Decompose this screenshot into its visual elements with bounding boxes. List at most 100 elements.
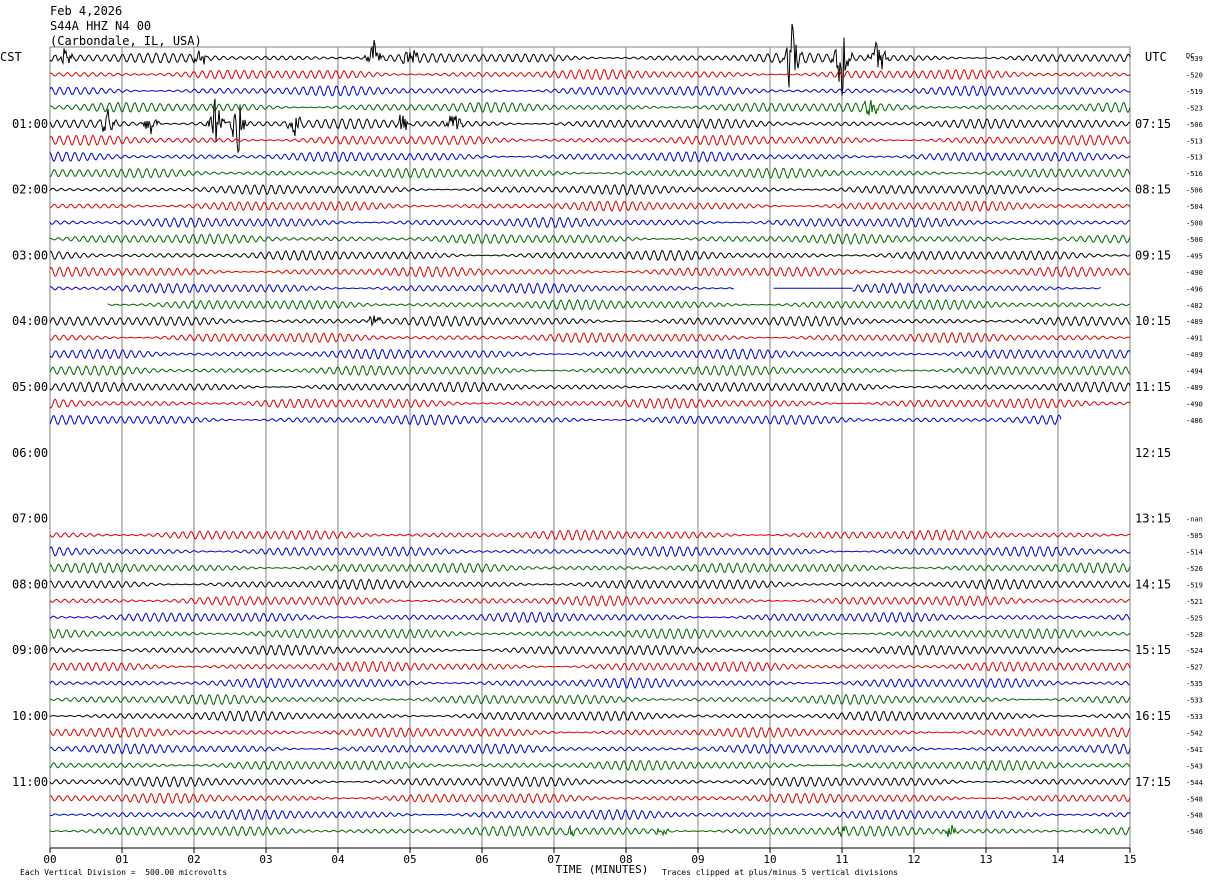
trace-row-14-resumed bbox=[852, 282, 1101, 295]
dc-offset-row-3: -523 bbox=[1186, 104, 1203, 112]
hour-label-utc: 16:15 bbox=[1135, 709, 1171, 723]
dc-offset-row-10: -500 bbox=[1186, 220, 1203, 228]
trace-row-36 bbox=[49, 644, 1131, 657]
dc-offset-row-42: -541 bbox=[1186, 746, 1203, 754]
hour-label-cst: 08:00 bbox=[12, 577, 48, 591]
x-tick-label-00: 00 bbox=[43, 853, 56, 866]
trace-row-1 bbox=[49, 68, 1131, 81]
hour-label-utc: 10:15 bbox=[1135, 314, 1171, 328]
hour-label-cst: 02:00 bbox=[12, 183, 48, 197]
dc-offset-row-5: -513 bbox=[1186, 137, 1203, 145]
dc-offset-row-1: -520 bbox=[1186, 71, 1203, 79]
trace-row-11 bbox=[49, 233, 1131, 245]
dc-offset-row-41: -542 bbox=[1186, 729, 1203, 737]
hour-label-cst: 06:00 bbox=[12, 446, 48, 460]
hour-label-utc: 09:15 bbox=[1135, 248, 1171, 262]
trace-row-33 bbox=[49, 595, 1130, 607]
trace-row-5 bbox=[49, 134, 1131, 146]
trace-row-9 bbox=[49, 200, 1131, 212]
trace-row-22 bbox=[49, 414, 1062, 426]
x-tick-label-11: 11 bbox=[835, 853, 848, 866]
dc-offset-row-40: -533 bbox=[1186, 713, 1203, 721]
hour-label-cst: 03:00 bbox=[12, 248, 48, 262]
trace-row-14 bbox=[49, 282, 734, 294]
dc-offset-row-30: -514 bbox=[1186, 549, 1203, 557]
dc-offset-row-20: -489 bbox=[1186, 384, 1203, 392]
dc-offset-row-9: -504 bbox=[1186, 203, 1203, 211]
trace-row-34 bbox=[49, 611, 1131, 624]
dc-offset-row-47: -546 bbox=[1186, 828, 1203, 836]
trace-row-8 bbox=[49, 183, 1131, 196]
x-tick-label-13: 13 bbox=[979, 853, 992, 866]
trace-row-20 bbox=[49, 381, 1131, 393]
hour-label-utc: 13:15 bbox=[1135, 512, 1171, 526]
dc-offset-row-12: -495 bbox=[1186, 252, 1203, 260]
seismic-traces bbox=[49, 23, 1131, 838]
dc-offset-row-6: -513 bbox=[1186, 154, 1203, 162]
dc-offset-row-4: -506 bbox=[1186, 121, 1203, 129]
dc-offset-row-7: -516 bbox=[1186, 170, 1203, 178]
trace-row-31 bbox=[49, 562, 1131, 574]
trace-row-32 bbox=[49, 578, 1131, 591]
hour-label-utc: 07:15 bbox=[1135, 117, 1171, 131]
trace-row-18 bbox=[49, 348, 1131, 360]
x-tick-label-06: 06 bbox=[475, 853, 488, 866]
dc-offset-row-2: -519 bbox=[1186, 88, 1203, 96]
hour-label-cst: 07:00 bbox=[12, 512, 48, 526]
left-timezone-label: CST bbox=[0, 50, 22, 64]
dc-offset-row-31: -526 bbox=[1186, 565, 1203, 573]
dc-offset-row-39: -533 bbox=[1186, 697, 1203, 705]
trace-row-0 bbox=[49, 23, 1131, 96]
dc-offset-row-29: -505 bbox=[1186, 532, 1203, 540]
x-tick-label-02: 02 bbox=[187, 853, 200, 866]
hour-label-cst: 04:00 bbox=[12, 314, 48, 328]
x-tick-label-15: 15 bbox=[1123, 853, 1136, 866]
trace-row-7 bbox=[49, 167, 1131, 179]
trace-row-38 bbox=[49, 677, 1131, 689]
dc-offset-row-35: -528 bbox=[1186, 631, 1203, 639]
x-tick-label-14: 14 bbox=[1051, 853, 1065, 866]
trace-row-21 bbox=[49, 397, 1131, 410]
trace-row-37 bbox=[49, 660, 1131, 673]
dc-offset-row-33: -521 bbox=[1186, 598, 1203, 606]
dc-offset-row-0: -539 bbox=[1186, 55, 1203, 63]
trace-row-47 bbox=[49, 824, 1131, 838]
dc-offset-row-8: -506 bbox=[1186, 187, 1203, 195]
trace-row-3 bbox=[49, 99, 1131, 116]
dc-offset-row-44: -544 bbox=[1186, 779, 1203, 787]
trace-row-2 bbox=[49, 85, 1131, 97]
hour-label-cst: 10:00 bbox=[12, 709, 48, 723]
dc-offset-row-11: -500 bbox=[1186, 236, 1203, 244]
trace-row-12 bbox=[49, 249, 1131, 262]
trace-row-16 bbox=[49, 315, 1131, 327]
trace-row-10 bbox=[49, 216, 1131, 229]
trace-row-6 bbox=[49, 151, 1131, 163]
dc-offset-row-21: -490 bbox=[1186, 400, 1203, 408]
dc-offset-row-34: -525 bbox=[1186, 614, 1203, 622]
dc-offset-row-37: -527 bbox=[1186, 664, 1203, 672]
trace-row-30 bbox=[49, 545, 1131, 558]
time-gridlines bbox=[49, 46, 1131, 849]
axis-labels: 00 01 02 03 04 05 06 07 08 09 10 11 12 13 14 15TIME (MI… bbox=[0, 50, 1203, 876]
hour-label-utc: 17:15 bbox=[1135, 775, 1171, 789]
trace-row-46 bbox=[49, 809, 1131, 821]
dc-offset-row-32: -519 bbox=[1186, 581, 1203, 589]
dc-offset-row-46: -548 bbox=[1186, 812, 1203, 820]
trace-row-39 bbox=[49, 693, 1131, 706]
dc-offset-row-38: -535 bbox=[1186, 680, 1203, 688]
x-tick-label-09: 09 bbox=[691, 853, 704, 866]
dc-offset-row-15: -482 bbox=[1186, 302, 1203, 310]
helicorder-plot: 00 01 02 03 04 05 06 07 08 09 10 11 12 13 14 15TIME (MI… bbox=[0, 23, 1203, 876]
trace-row-41 bbox=[49, 726, 1131, 739]
dc-offset-row-13: -490 bbox=[1186, 269, 1203, 277]
dc-offset-row-14: -496 bbox=[1186, 285, 1203, 293]
hour-label-utc: 11:15 bbox=[1135, 380, 1171, 394]
x-axis-title: TIME (MINUTES) bbox=[556, 863, 649, 876]
hour-label-cst: 01:00 bbox=[12, 117, 48, 131]
trace-row-15 bbox=[107, 298, 1130, 311]
x-tick-label-05: 05 bbox=[403, 853, 416, 866]
dc-offset-row-43: -543 bbox=[1186, 762, 1203, 770]
trace-row-19 bbox=[49, 364, 1131, 377]
dc-offset-row-22: -486 bbox=[1186, 417, 1203, 425]
trace-row-35 bbox=[49, 627, 1131, 640]
